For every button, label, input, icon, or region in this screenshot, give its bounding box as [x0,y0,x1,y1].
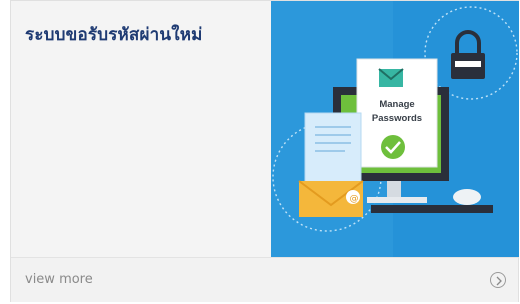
card-footer: view more [11,257,518,302]
screen-heading: Manage [379,99,414,110]
mail-envelope-icon: @ [298,180,364,217]
circle-chevron-right-icon[interactable] [490,272,506,288]
screen-subheading: Passwords [372,113,422,124]
manage-passwords-illustration: @ Manage Passwords [271,1,519,257]
checkmark-icon [381,135,405,159]
envelope-icon [378,68,404,87]
password-reset-card[interactable]: ระบบขอรับรหัสผ่านใหม่ @ Manage Passwords… [10,0,519,302]
svg-text:@: @ [350,194,359,204]
view-more-link[interactable]: view more [25,272,93,287]
card-title: ระบบขอรับรหัสผ่านใหม่ [25,25,203,45]
mouse-icon [453,189,481,205]
